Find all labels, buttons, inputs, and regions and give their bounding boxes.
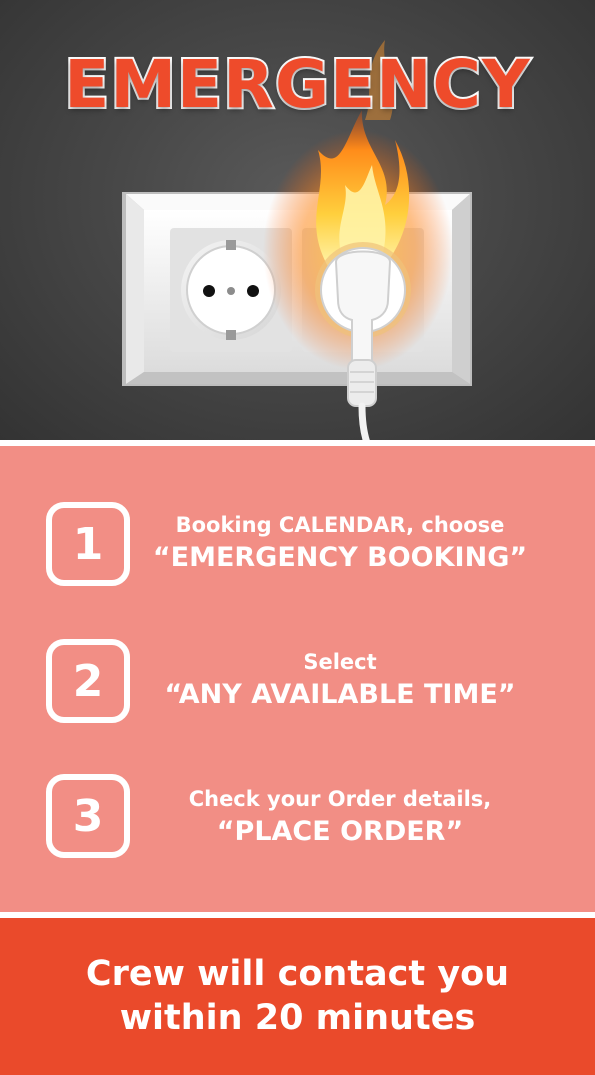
step-action: “EMERGENCY BOOKING” <box>152 542 528 573</box>
step-instruction: Select <box>303 650 377 674</box>
step-action: “ANY AVAILABLE TIME” <box>164 679 516 710</box>
step-text: Check your Order details, “PLACE ORDER” <box>140 784 540 850</box>
step-action: “PLACE ORDER” <box>216 816 464 847</box>
step-text: Select “ANY AVAILABLE TIME” <box>140 647 540 713</box>
footer-line-2: within 20 minutes <box>119 998 476 1038</box>
page-title: EMERGENCY <box>62 46 531 123</box>
emergency-poster: EMERGENCY 1 Booking CALENDAR, choose “EM… <box>0 0 595 1075</box>
footer-banner: Crew will contact you within 20 minutes <box>0 918 595 1075</box>
footer-line-1: Crew will contact you <box>85 954 510 994</box>
steps-section: 1 Booking CALENDAR, choose “EMERGENCY BO… <box>0 446 595 912</box>
step-text: Booking CALENDAR, choose “EMERGENCY BOOK… <box>140 510 540 576</box>
step-number-badge: 2 <box>46 639 130 723</box>
cable-icon <box>358 402 370 440</box>
step-instruction: Check your Order details, <box>188 787 492 811</box>
step-number-badge: 3 <box>46 774 130 858</box>
hero-section: EMERGENCY <box>0 0 595 440</box>
step-number-badge: 1 <box>46 502 130 586</box>
footer-message: Crew will contact you within 20 minutes <box>0 952 595 1040</box>
step-instruction: Booking CALENDAR, choose <box>175 513 505 537</box>
